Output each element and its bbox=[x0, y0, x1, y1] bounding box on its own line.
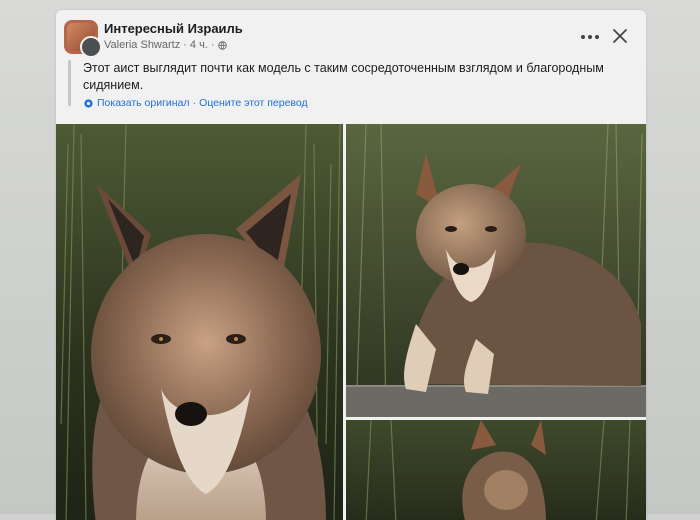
meta-separator: · bbox=[183, 39, 187, 51]
more-options-button[interactable] bbox=[580, 32, 600, 42]
jackal-photo-large bbox=[56, 124, 343, 520]
translated-text-bar bbox=[68, 60, 71, 106]
rate-translation-link[interactable]: Оцените этот перевод bbox=[199, 97, 308, 109]
jackal-photo-lying bbox=[346, 124, 646, 417]
post-photo-2[interactable] bbox=[346, 124, 646, 417]
post-time-link[interactable]: 4 ч. bbox=[190, 39, 208, 51]
translate-separator: · bbox=[192, 97, 197, 109]
translation-controls: Показать оригинал · Оцените этот перевод bbox=[83, 97, 308, 109]
post-photo-1[interactable] bbox=[56, 124, 343, 520]
author-name-link[interactable]: Valeria Shwartz bbox=[104, 39, 180, 51]
more-dot bbox=[588, 35, 592, 39]
facebook-post-card: Интересный Израиль Valeria Shwartz · 4 ч… bbox=[56, 10, 646, 520]
author-avatar[interactable] bbox=[80, 36, 102, 58]
post-meta: Valeria Shwartz · 4 ч. · bbox=[104, 39, 227, 51]
post-photo-3[interactable] bbox=[346, 420, 646, 520]
jackal-photo-partial bbox=[346, 420, 646, 520]
more-dot bbox=[595, 35, 599, 39]
show-original-link[interactable]: Показать оригинал bbox=[97, 97, 190, 109]
meta-separator: · bbox=[210, 39, 215, 51]
translate-gear-icon bbox=[84, 98, 93, 108]
post-text: Этот аист выглядит почти как модель с та… bbox=[83, 61, 604, 92]
group-name-link[interactable]: Интересный Израиль bbox=[104, 21, 243, 36]
more-dots-icon bbox=[581, 35, 585, 39]
globe-icon[interactable] bbox=[217, 40, 227, 50]
close-icon[interactable] bbox=[612, 28, 628, 44]
